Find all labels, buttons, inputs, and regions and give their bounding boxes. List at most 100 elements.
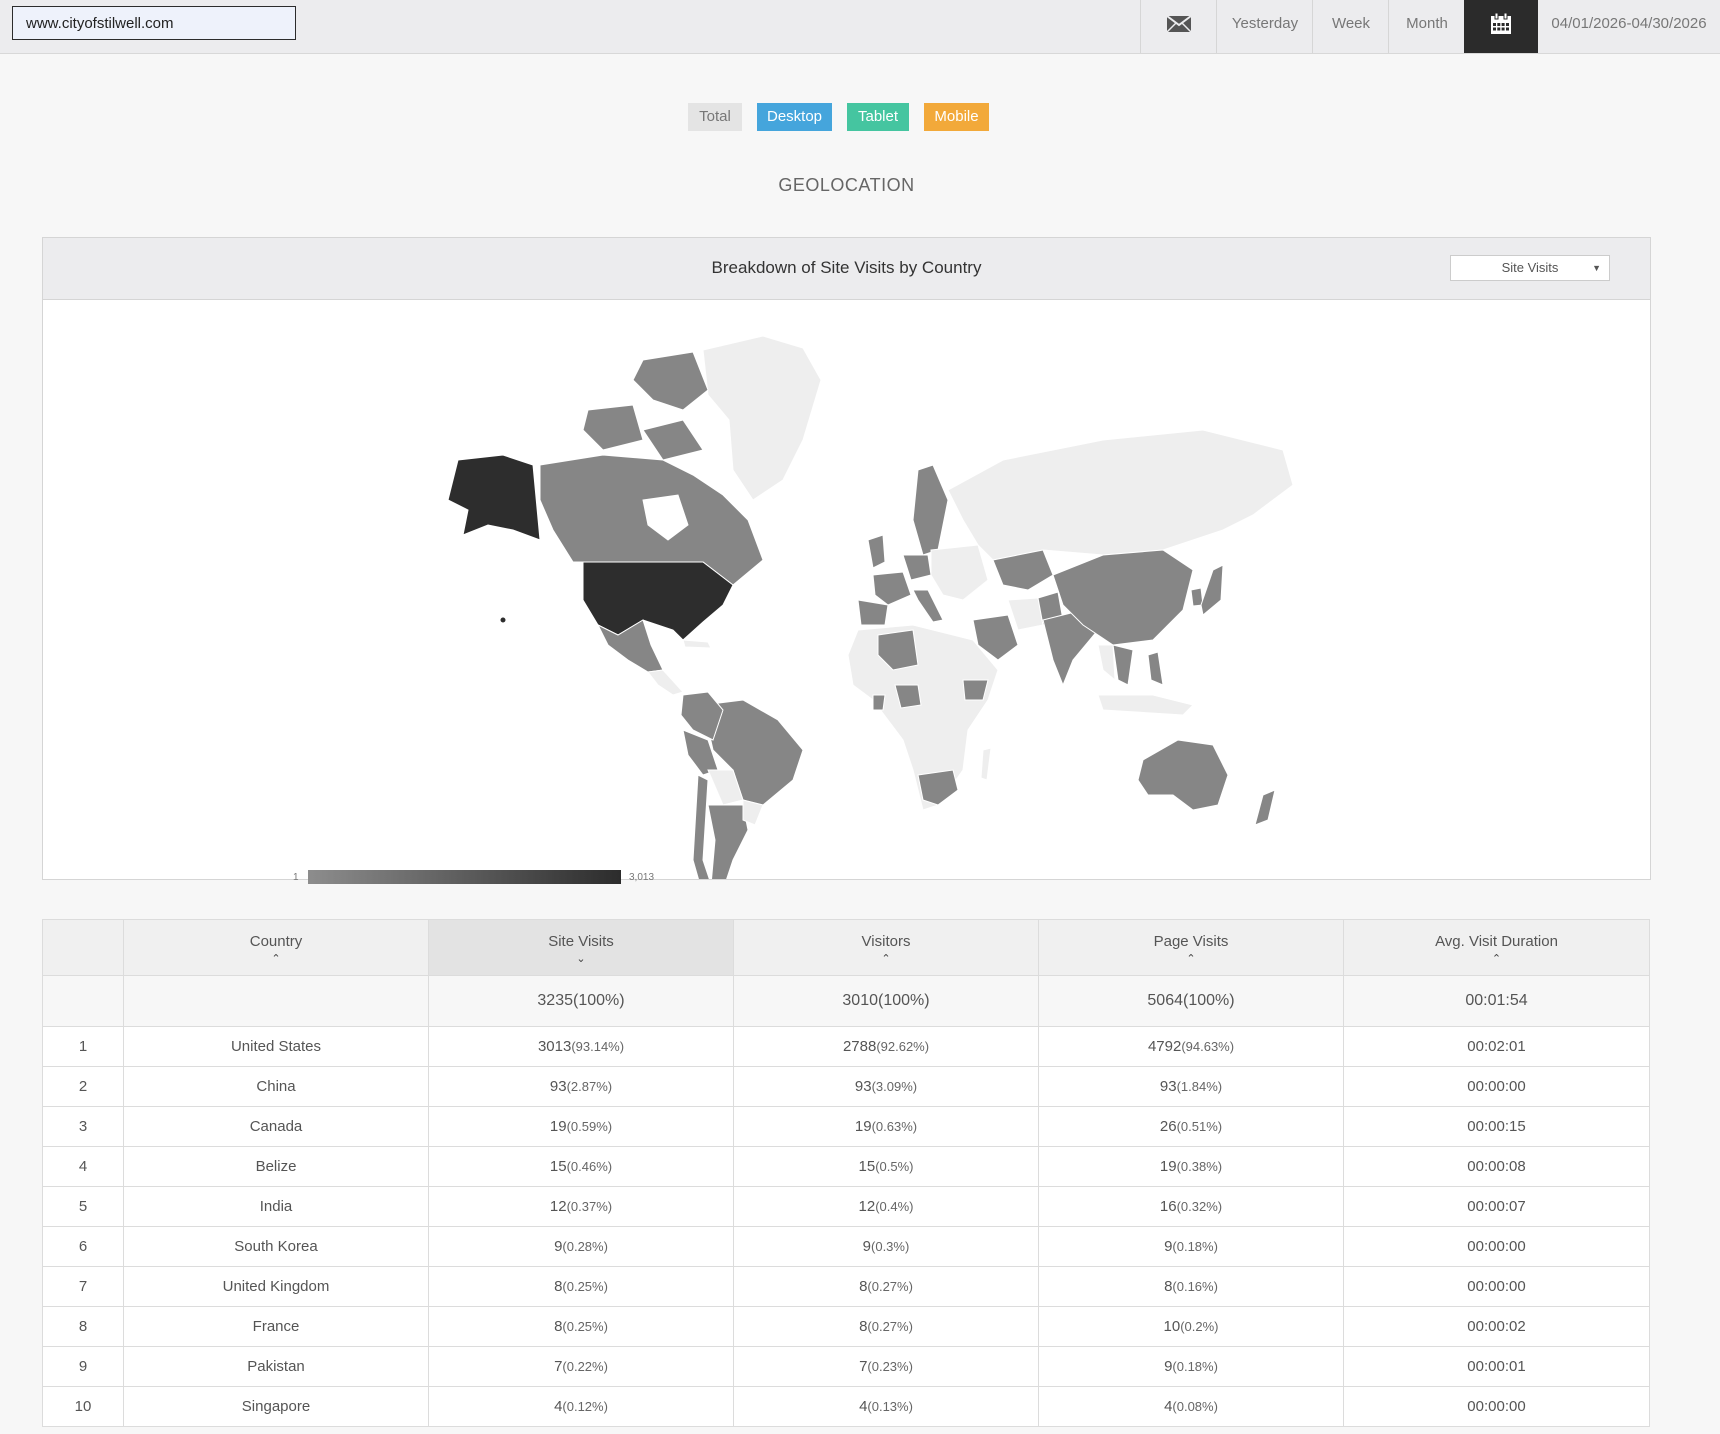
duration-cell: 00:00:00 (1343, 1266, 1650, 1307)
page-visits-cell: 9(0.18%) (1038, 1346, 1344, 1387)
section-title: GEOLOCATION (778, 175, 915, 195)
totals-country-cell (123, 975, 429, 1027)
country-cell: Pakistan (123, 1346, 429, 1387)
cell-percent: (0.12%) (562, 1399, 608, 1414)
cell-value: 12 (858, 1198, 876, 1215)
yesterday-button[interactable]: Yesterday (1216, 0, 1313, 53)
map-panel: Breakdown of Site Visits by Country Site… (42, 237, 1651, 896)
envelope-icon (1166, 15, 1192, 33)
rank-cell: 7 (42, 1266, 124, 1307)
rank-cell: 10 (42, 1386, 124, 1427)
sort-down-icon: ⌄ (576, 953, 586, 965)
page-visits-cell: 4792(94.63%) (1038, 1026, 1344, 1067)
column-header-page-visits[interactable]: Page Visits ⌃ (1038, 919, 1344, 976)
sort-up-icon: ⌃ (1491, 953, 1502, 965)
cell-percent: (94.63%) (1181, 1039, 1235, 1054)
metric-select-value: Site Visits (1501, 260, 1559, 275)
cell-value: 93 (1159, 1078, 1177, 1095)
rank-cell: 6 (42, 1226, 124, 1267)
column-header-label: Page Visits (1153, 933, 1229, 950)
country-cell: France (123, 1306, 429, 1347)
visitors-cell: 7(0.23%) (733, 1346, 1039, 1387)
totals-row: 3235(100%) 3010(100%) 5064(100%) 00:01:5… (42, 975, 1650, 1027)
column-header-visitors[interactable]: Visitors ⌃ (733, 919, 1039, 976)
column-header-avg-duration[interactable]: Avg. Visit Duration ⌃ (1343, 919, 1650, 976)
total-filter-button[interactable]: Total (688, 103, 742, 131)
totals-duration: 00:01:54 (1343, 975, 1650, 1027)
date-range-label[interactable]: 04/01/2026-04/30/2026 (1538, 0, 1720, 53)
desktop-filter-button[interactable]: Desktop (757, 103, 832, 131)
table-row: 10 Singapore 4(0.12%) 4(0.13%) 4(0.08%) … (42, 1386, 1650, 1427)
cell-percent: (0.5%) (875, 1159, 914, 1174)
country-cell: India (123, 1186, 429, 1227)
page-visits-cell: 19(0.38%) (1038, 1146, 1344, 1187)
cell-value: 10 (1163, 1318, 1181, 1335)
page-visits-cell: 16(0.32%) (1038, 1186, 1344, 1227)
site-visits-cell: 8(0.25%) (428, 1306, 734, 1347)
map-europe-east (930, 544, 989, 601)
visitors-cell: 2788(92.62%) (733, 1026, 1039, 1067)
visitors-cell: 9(0.3%) (733, 1226, 1039, 1267)
cell-percent: (0.28%) (562, 1239, 608, 1254)
table-row: 9 Pakistan 7(0.22%) 7(0.23%) 9(0.18%) 00… (42, 1346, 1650, 1387)
page-visits-cell: 4(0.08%) (1038, 1386, 1344, 1427)
map-country-thailand (1097, 644, 1116, 682)
cell-percent: (0.38%) (1176, 1159, 1223, 1174)
map-country-uk (867, 534, 886, 569)
table-header-row: Country ⌃ Site Visits ⌄ Visitors ⌃ Page Vis… (42, 919, 1650, 976)
rank-cell: 9 (42, 1346, 124, 1387)
map-country-iran (1007, 597, 1044, 631)
visitors-cell: 93(3.09%) (733, 1066, 1039, 1107)
table-row: 5 India 12(0.37%) 12(0.4%) 16(0.32%) 00:… (42, 1186, 1650, 1227)
visitors-cell: 15(0.5%) (733, 1146, 1039, 1187)
country-cell: Canada (123, 1106, 429, 1147)
duration-cell: 00:00:00 (1343, 1386, 1650, 1427)
sort-up-icon: ⌃ (1186, 953, 1196, 965)
column-header-country[interactable]: Country ⌃ (123, 919, 429, 976)
map-country-vietnam (1112, 644, 1134, 686)
email-report-button[interactable] (1140, 0, 1217, 53)
cell-percent: (92.62%) (876, 1039, 930, 1054)
visitors-cell: 4(0.13%) (733, 1386, 1039, 1427)
mobile-filter-button[interactable]: Mobile (924, 103, 989, 131)
duration-cell: 00:02:01 (1343, 1026, 1650, 1067)
rank-cell: 4 (42, 1146, 124, 1187)
column-header-label: Visitors (861, 933, 911, 950)
site-visits-cell: 12(0.37%) (428, 1186, 734, 1227)
month-button[interactable]: Month (1388, 0, 1465, 53)
cell-value: 2788 (842, 1038, 877, 1055)
cell-percent: (0.2%) (1180, 1319, 1219, 1334)
tablet-filter-button[interactable]: Tablet (847, 103, 909, 131)
duration-cell: 00:00:00 (1343, 1226, 1650, 1267)
rank-cell: 8 (42, 1306, 124, 1347)
world-map-svg (447, 335, 1294, 896)
cell-percent: (0.3%) (871, 1239, 910, 1254)
totals-site-visits: 3235(100%) (428, 975, 734, 1027)
duration-cell: 00:00:07 (1343, 1186, 1650, 1227)
cell-value: 15 (549, 1158, 567, 1175)
cell-value: 26 (1159, 1118, 1177, 1135)
rank-cell: 5 (42, 1186, 124, 1227)
table-row: 4 Belize 15(0.46%) 15(0.5%) 19(0.38%) 00… (42, 1146, 1650, 1187)
cell-percent: (0.13%) (867, 1399, 913, 1414)
calendar-button[interactable] (1464, 0, 1538, 53)
map-country-russia (947, 429, 1294, 561)
site-url-field[interactable] (12, 6, 296, 40)
calendar-icon (1491, 12, 1511, 35)
column-header-site-visits[interactable]: Site Visits ⌄ (428, 919, 734, 976)
map-country-philippines (1147, 651, 1164, 686)
legend-gradient-bar (308, 870, 621, 884)
cell-percent: (0.46%) (566, 1159, 613, 1174)
cell-percent: (0.23%) (867, 1359, 913, 1374)
world-map: 1 3,013 (43, 300, 1650, 896)
table-row: 2 China 93(2.87%) 93(3.09%) 93(1.84%) 00… (42, 1066, 1650, 1107)
week-button[interactable]: Week (1312, 0, 1389, 53)
site-visits-cell: 15(0.46%) (428, 1146, 734, 1187)
map-country-scandinavia (912, 464, 949, 556)
metric-select[interactable]: Site Visits ▼ (1450, 255, 1610, 281)
cell-percent: (93.14%) (571, 1039, 625, 1054)
legend-min-label: 1 (293, 872, 299, 883)
cell-value: 15 (858, 1158, 876, 1175)
sort-up-icon: ⌃ (881, 953, 891, 965)
cell-value: 4792 (1147, 1038, 1182, 1055)
